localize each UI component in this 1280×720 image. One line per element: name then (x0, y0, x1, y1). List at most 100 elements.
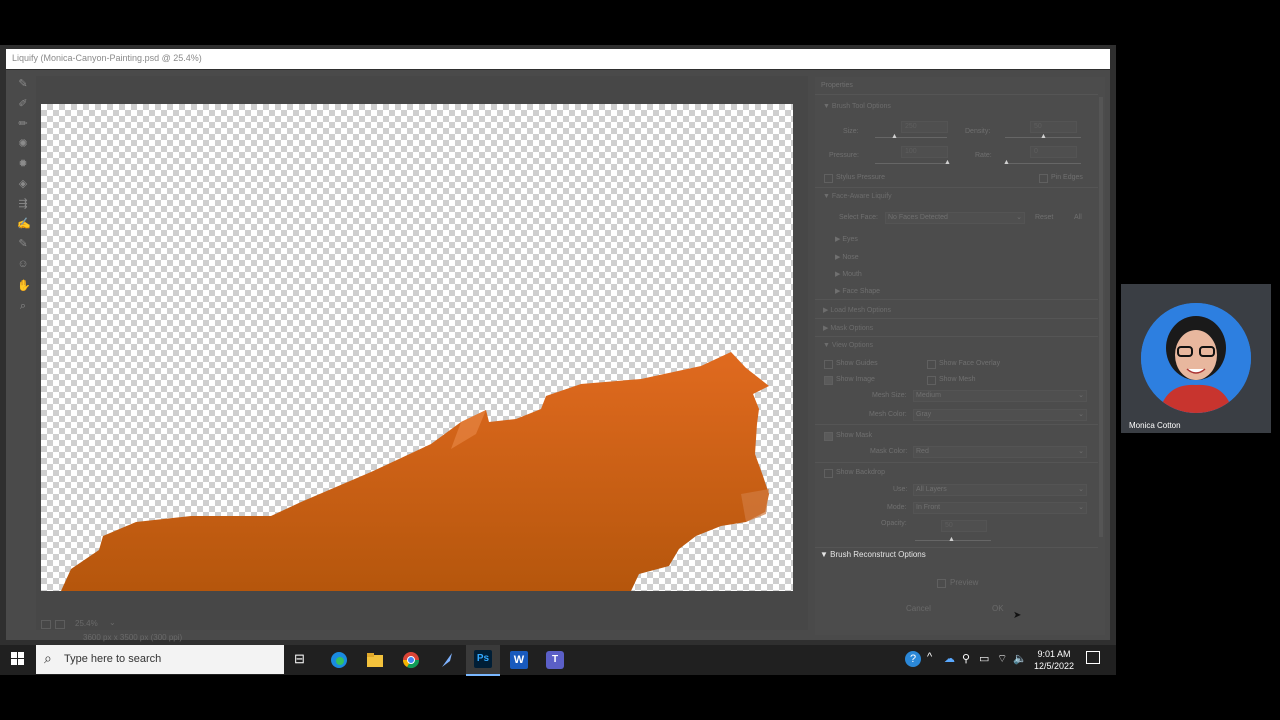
wifi-icon[interactable]: ⌔ (997, 652, 1007, 666)
select-face-dropdown[interactable]: No Faces Detected ⌄ (885, 212, 1025, 224)
reconstruct-tool-icon[interactable]: ✐ (17, 98, 29, 110)
show-guides-checkbox[interactable] (824, 360, 833, 369)
show-mask-checkbox[interactable] (824, 432, 833, 441)
windows-start-icon[interactable] (11, 652, 25, 666)
forward-warp-tool-icon[interactable]: ✎ (17, 78, 29, 90)
face-tool-icon[interactable]: ☺ (17, 258, 29, 270)
search-icon: ⌕ (44, 650, 52, 666)
density-field[interactable]: 50 (1030, 121, 1077, 133)
push-left-tool-icon[interactable]: ⇶ (17, 198, 29, 210)
smooth-tool-icon[interactable]: ✏ (17, 118, 29, 130)
hand-tool-icon[interactable]: ✋ (17, 280, 31, 292)
eyes-expander[interactable]: ▶ Eyes (835, 235, 858, 243)
use-dropdown[interactable]: All Layers ⌄ (913, 484, 1087, 496)
bloat-tool-icon[interactable]: ◈ (17, 178, 29, 190)
mesh-color-dropdown[interactable]: Gray ⌄ (913, 409, 1087, 421)
search-placeholder: Type here to search (64, 653, 162, 665)
canvas-footer: 25.4% ⌄ 3600 px x 3500 px (300 ppi) (41, 618, 241, 642)
size-label: Size: (843, 128, 859, 135)
opacity-field[interactable]: 50 (941, 520, 987, 532)
zoom-tool-icon[interactable]: ⌕ (17, 300, 29, 312)
panel-scrollbar[interactable] (1099, 97, 1103, 537)
clock-date: 12/5/2022 (1033, 661, 1075, 671)
help-icon[interactable]: ? (905, 651, 921, 667)
show-backdrop-checkbox[interactable] (824, 469, 833, 478)
zoom-dropdown-icon[interactable]: ⌄ (109, 618, 116, 627)
liquify-titlebar: Liquify (Monica-Canyon-Painting.psd @ 25… (6, 49, 1110, 69)
pin-edges-checkbox[interactable] (1039, 174, 1048, 183)
section-view-options[interactable]: ▼ View Options (823, 342, 873, 349)
fit-icon[interactable] (41, 620, 51, 629)
twirl-tool-icon[interactable]: ✺ (17, 138, 29, 150)
section-brush-reconstruct[interactable]: ▼ Brush Reconstruct Options (820, 550, 1020, 562)
cancel-button[interactable]: Cancel (906, 604, 931, 613)
liquify-toolbar: ✎ ✐ ✏ ✺ ✹ ◈ ⇶ ✍ ✎ ☺ ✋ ⌕ (9, 74, 35, 314)
paint-shape (61, 352, 769, 591)
preview-label: Preview (950, 578, 979, 587)
doc-info: 3600 px x 3500 px (300 ppi) (83, 633, 183, 642)
onedrive-icon[interactable]: ☁ (944, 652, 955, 665)
ok-button[interactable]: OK (992, 604, 1004, 613)
window-title: Liquify (Monica-Canyon-Painting.psd @ 25… (12, 53, 202, 63)
zoom-out-icon[interactable] (55, 620, 65, 629)
rate-field[interactable]: 0 (1030, 146, 1077, 158)
show-backdrop-label: Show Backdrop (836, 469, 886, 476)
pressure-field[interactable]: 100 (901, 146, 948, 158)
show-image-checkbox[interactable] (824, 376, 833, 385)
freeze-mask-tool-icon[interactable]: ✍ (17, 218, 31, 230)
size-field[interactable]: 250 (901, 121, 948, 133)
density-label: Density: (965, 128, 991, 135)
stylus-pressure-checkbox[interactable] (824, 174, 833, 183)
notifications-icon[interactable] (1086, 651, 1100, 664)
volume-icon[interactable]: 🔈 (1013, 652, 1027, 665)
select-face-label: Select Face: (839, 214, 878, 221)
show-face-overlay-checkbox[interactable] (927, 360, 936, 369)
rate-label: Rate: (975, 152, 992, 159)
mask-color-label: Mask Color: (870, 448, 908, 455)
zoom-level[interactable]: 25.4% (75, 619, 98, 628)
edge-icon[interactable] (330, 651, 348, 669)
mouse-cursor-icon: ➤ (1013, 610, 1022, 621)
section-face-aware[interactable]: ▼ Face-Aware Liquify (823, 193, 892, 200)
taskbar-search[interactable]: ⌕ Type here to search (36, 645, 284, 674)
show-mesh-label: Show Mesh (939, 376, 976, 383)
mask-color-dropdown[interactable]: Red ⌄ (913, 446, 1087, 458)
taskbar-clock[interactable]: 9:01 AM 12/5/2022 (1028, 648, 1080, 672)
document-canvas[interactable] (41, 104, 793, 591)
photoshop-taskbar-item[interactable]: Ps (466, 645, 500, 676)
mode-dropdown[interactable]: In Front ⌄ (913, 502, 1087, 514)
show-mesh-checkbox[interactable] (927, 376, 936, 385)
thaw-mask-tool-icon[interactable]: ✎ (17, 238, 29, 250)
mesh-size-label: Mesh Size: (872, 392, 907, 399)
microphone-icon[interactable]: ⚲ (962, 652, 970, 665)
face-shape-expander[interactable]: ▶ Face Shape (835, 287, 880, 295)
avatar (1141, 303, 1251, 413)
all-button[interactable]: All (1074, 214, 1082, 221)
rate-slider[interactable] (1005, 163, 1081, 164)
preview-checkbox[interactable] (937, 579, 946, 588)
word-icon[interactable]: W (510, 651, 528, 669)
battery-icon[interactable]: ▭ (979, 652, 989, 665)
size-slider[interactable] (875, 137, 947, 138)
chrome-icon[interactable] (402, 651, 420, 669)
pucker-tool-icon[interactable]: ✹ (17, 158, 29, 170)
nose-expander[interactable]: ▶ Nose (835, 253, 859, 261)
chevron-up-icon[interactable]: ^ (927, 651, 932, 663)
section-load-mesh[interactable]: ▶ Load Mesh Options (823, 306, 891, 314)
mesh-size-dropdown[interactable]: Medium ⌄ (913, 390, 1087, 402)
section-brush-tool-options[interactable]: ▼ Brush Tool Options (823, 103, 891, 110)
file-explorer-icon[interactable] (366, 651, 384, 669)
section-mask-options[interactable]: ▶ Mask Options (823, 324, 873, 332)
reset-button[interactable]: Reset (1035, 214, 1053, 221)
mouth-expander[interactable]: ▶ Mouth (835, 270, 862, 278)
task-view-icon[interactable]: ⊟ (294, 651, 312, 669)
opacity-label: Opacity: (881, 520, 907, 527)
teams-icon[interactable]: T (546, 651, 564, 669)
pressure-slider[interactable] (875, 163, 947, 164)
show-guides-label: Show Guides (836, 360, 878, 367)
use-label: Use: (893, 486, 908, 493)
app-feather-icon[interactable] (438, 651, 456, 669)
show-face-overlay-label: Show Face Overlay (939, 360, 1001, 367)
show-mask-label: Show Mask (836, 432, 873, 439)
photoshop-icon: Ps (474, 650, 492, 668)
